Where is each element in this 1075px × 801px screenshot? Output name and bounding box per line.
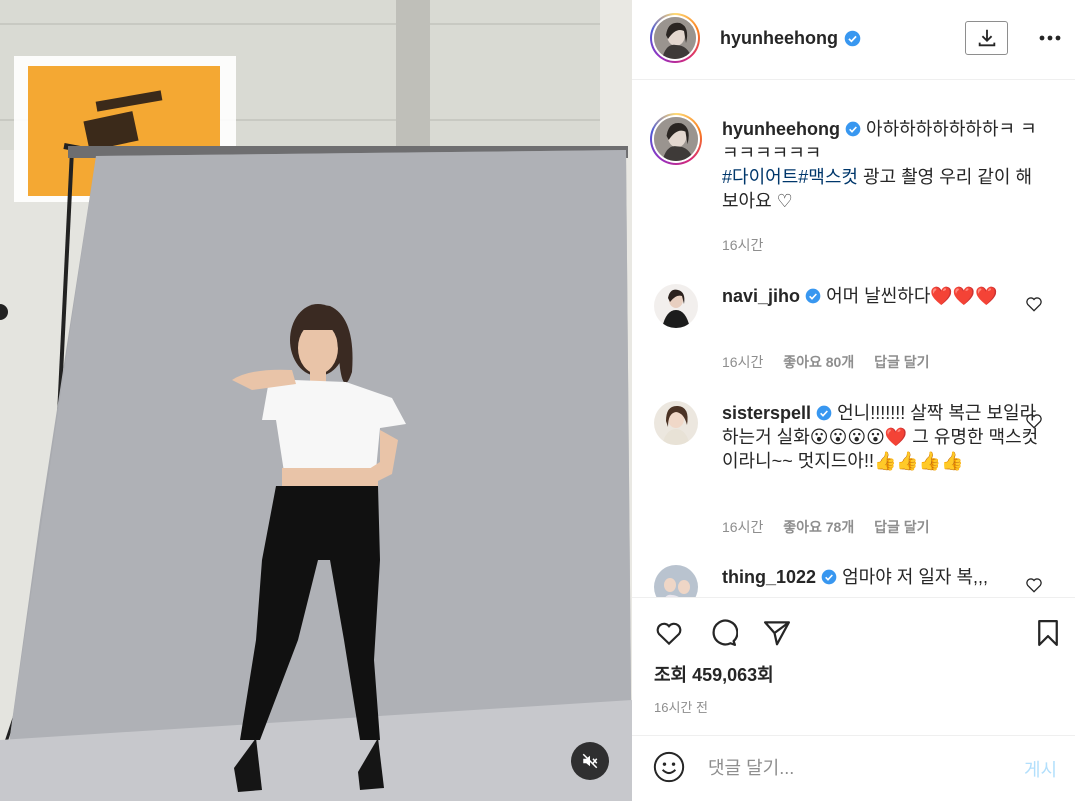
speaker-muted-icon [582,753,598,769]
comment-meta: 16시간 좋아요 78개 답글 달기 [722,517,930,537]
post-side-panel: hyunheehong hyunheehong 아하하하하하하하ㅋ ㅋㅋㅋㅋㅋㅋ… [632,0,1075,801]
bookmark-icon [1038,620,1058,646]
caption-username[interactable]: hyunheehong [722,119,840,139]
comment-username[interactable]: thing_1022 [722,567,816,587]
commenter-avatar[interactable] [654,565,698,597]
comment-text: navi_jiho 어머 날씬하다❤️❤️❤️ [722,284,1042,308]
view-count[interactable]: 조회 459,063회 [654,661,774,687]
comment-button[interactable] [706,616,740,650]
comment-icon [712,619,738,646]
verified-badge-icon [816,405,832,421]
post-comment-button[interactable]: 게시 [1024,756,1057,782]
posted-time[interactable]: 16시간 전 [654,697,708,716]
verified-badge-icon [844,30,861,47]
post-footer: 조회 459,063회 16시간 전 게시 [632,597,1075,801]
like-button[interactable] [652,616,686,650]
author-username[interactable]: hyunheehong [720,28,838,49]
comment-like-heart-icon[interactable] [1024,575,1044,595]
comment-like-heart-icon[interactable] [1024,294,1044,314]
add-comment-box: 게시 [632,735,1075,801]
comment-like-heart-icon[interactable] [1024,411,1044,431]
download-icon [978,29,995,47]
comment-text: thing_1022 엄마야 저 일자 복,,, [722,565,1042,589]
mute-toggle-button[interactable] [571,742,609,780]
comment-text: sisterspell 언니!!!!!!! 살짝 복근 보일라하는거 실화😮😮😮… [722,401,1042,473]
comment-username[interactable]: sisterspell [722,403,811,423]
verified-badge-icon [805,288,821,304]
more-options-icon [1039,35,1061,41]
comment-meta: 16시간 좋아요 80개 답글 달기 [722,352,930,372]
comment-likes[interactable]: 좋아요 80개 [783,354,854,370]
commenter-avatar[interactable] [654,401,698,445]
video-frame-image [0,0,632,801]
share-icon [764,621,790,646]
comment-likes[interactable]: 좋아요 78개 [783,519,854,535]
caption-text: hyunheehong 아하하하하하하하ㅋ ㅋㅋㅋㅋㅋㅋㅋ #다이어트#맥스컷 … [722,117,1042,213]
hashtag-diet[interactable]: #다이어트 [722,167,798,187]
download-button[interactable] [965,21,1008,55]
comment-time[interactable]: 16시간 [722,519,763,535]
author-avatar[interactable] [650,13,700,63]
reply-button[interactable]: 답글 달기 [874,354,929,370]
comment-input[interactable] [708,752,1008,784]
save-button[interactable] [1031,616,1065,650]
more-options-button[interactable] [1032,24,1068,52]
caption-author-avatar[interactable] [650,113,702,165]
reply-button[interactable]: 답글 달기 [874,519,929,535]
comment-body: 엄마야 저 일자 복,,, [842,567,989,587]
comments-list[interactable]: hyunheehong 아하하하하하하하ㅋ ㅋㅋㅋㅋㅋㅋㅋ #다이어트#맥스컷 … [632,81,1075,597]
comment-body: 어머 날씬하다❤️❤️❤️ [826,286,998,306]
hashtag-maxcut[interactable]: #맥스컷 [798,167,858,187]
post-video[interactable] [0,0,632,801]
verified-badge-icon [821,569,837,585]
post-header: hyunheehong [632,0,1075,80]
share-button[interactable] [760,616,794,650]
commenter-avatar[interactable] [654,284,698,328]
heart-icon [656,622,682,646]
verified-badge-icon [845,121,861,137]
caption-time[interactable]: 16시간 [722,235,763,255]
comment-time[interactable]: 16시간 [722,354,763,370]
comment-username[interactable]: navi_jiho [722,286,800,306]
emoji-button[interactable] [652,750,686,784]
emoji-icon [653,751,685,783]
